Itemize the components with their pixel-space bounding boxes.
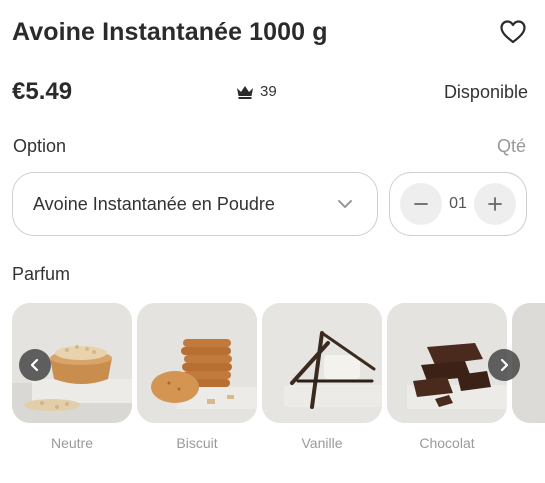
favorite-button[interactable] [498,17,528,47]
flavor-image-biscuit [137,303,257,423]
flavor-carousel: Neutre Biscuit Vanille Chocolat [12,303,545,453]
option-selected-value: Avoine Instantanée en Poudre [33,193,275,214]
chevron-right-icon [500,358,509,372]
chevron-down-icon [335,194,355,214]
flavor-card-chocolat[interactable]: Chocolat [387,303,507,453]
flavor-name: Chocolat [419,435,475,451]
price-row: €5.49 39 Disponible [12,76,528,108]
flavor-label: Parfum [12,264,71,284]
availability-status: Disponible [443,82,528,102]
flavor-name: Biscuit [176,435,218,451]
product-title: Avoine Instantanée 1000 g [12,17,328,46]
option-label: Option [13,136,67,156]
option-labels: Option Qté [13,136,526,158]
product-price: €5.49 [12,78,73,105]
carousel-next-button[interactable] [488,349,520,381]
quantity-label: Qté [496,136,526,156]
flavor-card-vanille[interactable]: Vanille [262,303,382,453]
plus-icon [488,197,502,211]
flavor-card-biscuit[interactable]: Biscuit [137,303,257,453]
heart-outline-icon [500,20,526,44]
quantity-stepper: 01 [389,172,527,236]
carousel-prev-button[interactable] [19,349,51,381]
flavor-image-vanille [262,303,382,423]
quantity-value: 01 [449,195,467,212]
product-header: Avoine Instantanée 1000 g [12,14,528,50]
increase-button[interactable] [473,183,516,225]
points-value: 39 [260,83,277,100]
decrease-button[interactable] [400,183,442,225]
minus-icon [414,203,428,205]
flavor-card-partial[interactable] [512,303,545,453]
option-select[interactable]: Avoine Instantanée en Poudre [12,172,378,236]
chevron-left-icon [30,358,39,372]
loyalty-points: 39 [236,83,277,100]
crown-icon [237,85,253,99]
flavor-name: Vanille [301,435,343,451]
flavor-name: Neutre [50,435,94,451]
